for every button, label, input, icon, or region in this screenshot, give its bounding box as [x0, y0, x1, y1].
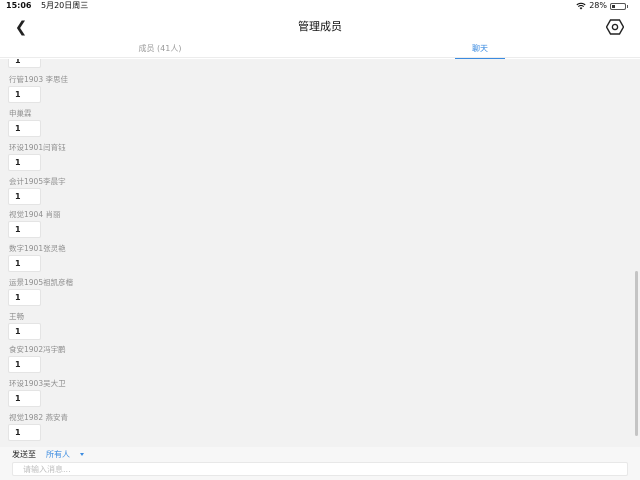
message-bubble[interactable]: 1	[8, 390, 41, 407]
message-sender: 环设1903吴大卫	[9, 379, 66, 388]
message-sender: 王畅	[9, 312, 24, 321]
message-item: 王畅 1	[8, 312, 208, 346]
message-item: 运景1905祖凯彦楷 1	[8, 278, 208, 312]
message-bubble[interactable]: 1	[8, 424, 41, 441]
recipient-select[interactable]: 所有人	[46, 450, 70, 460]
message-sender: 数字1901张灵艳	[9, 244, 66, 253]
nav-bar: ❮ 管理成员	[0, 12, 640, 42]
message-bubble[interactable]: 1	[8, 255, 41, 272]
message-bubble[interactable]: 1	[8, 86, 41, 103]
message-item: 环设1901闫育钰 1	[8, 143, 208, 177]
message-bubble[interactable]: 1	[8, 289, 41, 306]
chat-screen: 15:06 5月20日周三 28% ❮ 管理成员 成员 (41人) 聊天 1 行…	[0, 0, 640, 480]
message-input[interactable]	[12, 462, 628, 476]
message-list[interactable]: 1 行管1903 李思佳 1 申巢霖 1 环设1901闫育钰 1 会计1905李…	[0, 59, 640, 447]
tab-chat[interactable]: 聊天	[455, 42, 505, 59]
tab-bar: 成员 (41人) 聊天	[0, 42, 640, 59]
message-item: 食安1902冯宇鹏 1	[8, 345, 208, 379]
status-time: 15:06	[6, 1, 32, 10]
status-bar: 15:06 5月20日周三 28%	[0, 0, 640, 12]
message-bubble-partial: 1	[8, 59, 41, 68]
message-composer: 发送至 所有人	[0, 447, 640, 480]
message-sender: 运景1905祖凯彦楷	[9, 278, 74, 287]
message-bubble[interactable]: 1	[8, 188, 41, 205]
tab-chat-label: 聊天	[472, 44, 488, 53]
message-item: 申巢霖 1	[8, 109, 208, 143]
message-sender: 会计1905李晨宇	[9, 177, 66, 186]
message-item: 视觉1982 燕安青 1	[8, 413, 208, 447]
message-sender: 视觉1982 燕安青	[9, 413, 68, 422]
message-sender: 环设1901闫育钰	[9, 143, 66, 152]
caret-down-icon[interactable]	[80, 453, 84, 456]
message-sender: 申巢霖	[9, 109, 32, 118]
message-bubble[interactable]: 1	[8, 120, 41, 137]
message-item: 行管1903 李思佳 1	[8, 75, 208, 109]
wifi-icon	[576, 2, 586, 10]
message-bubble[interactable]: 1	[8, 221, 41, 238]
message-item: 视觉1904 肖丽 1	[8, 210, 208, 244]
settings-eye-icon[interactable]	[606, 19, 624, 35]
message-item: 会计1905李晨宇 1	[8, 177, 208, 211]
scrollbar[interactable]	[635, 271, 638, 436]
send-to-label: 发送至	[12, 450, 36, 459]
message-item: 环设1903吴大卫 1	[8, 379, 208, 413]
message-sender: 行管1903 李思佳	[9, 75, 68, 84]
message-sender: 食安1902冯宇鹏	[9, 345, 66, 354]
page-title: 管理成员	[298, 20, 342, 33]
battery-icon	[610, 2, 628, 10]
battery-percent: 28%	[589, 1, 607, 10]
message-sender: 视觉1904 肖丽	[9, 210, 61, 219]
message-bubble[interactable]: 1	[8, 154, 41, 171]
status-date: 5月20日周三	[41, 1, 89, 10]
message-bubble[interactable]: 1	[8, 323, 41, 340]
message-bubble[interactable]: 1	[8, 356, 41, 373]
status-right: 28%	[576, 0, 628, 12]
message-item: 数字1901张灵艳 1	[8, 244, 208, 278]
tab-members[interactable]: 成员 (41人)	[125, 42, 195, 58]
